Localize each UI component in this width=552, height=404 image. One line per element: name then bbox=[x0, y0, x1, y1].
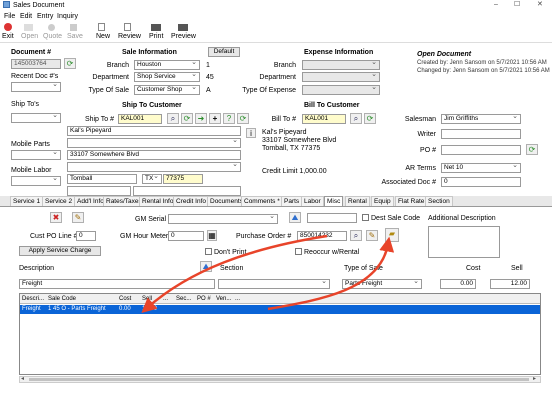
arrow-to-folder-button bbox=[267, 236, 395, 311]
annotation-arrows bbox=[141, 234, 395, 313]
arrow-to-purchase-order bbox=[141, 234, 328, 313]
